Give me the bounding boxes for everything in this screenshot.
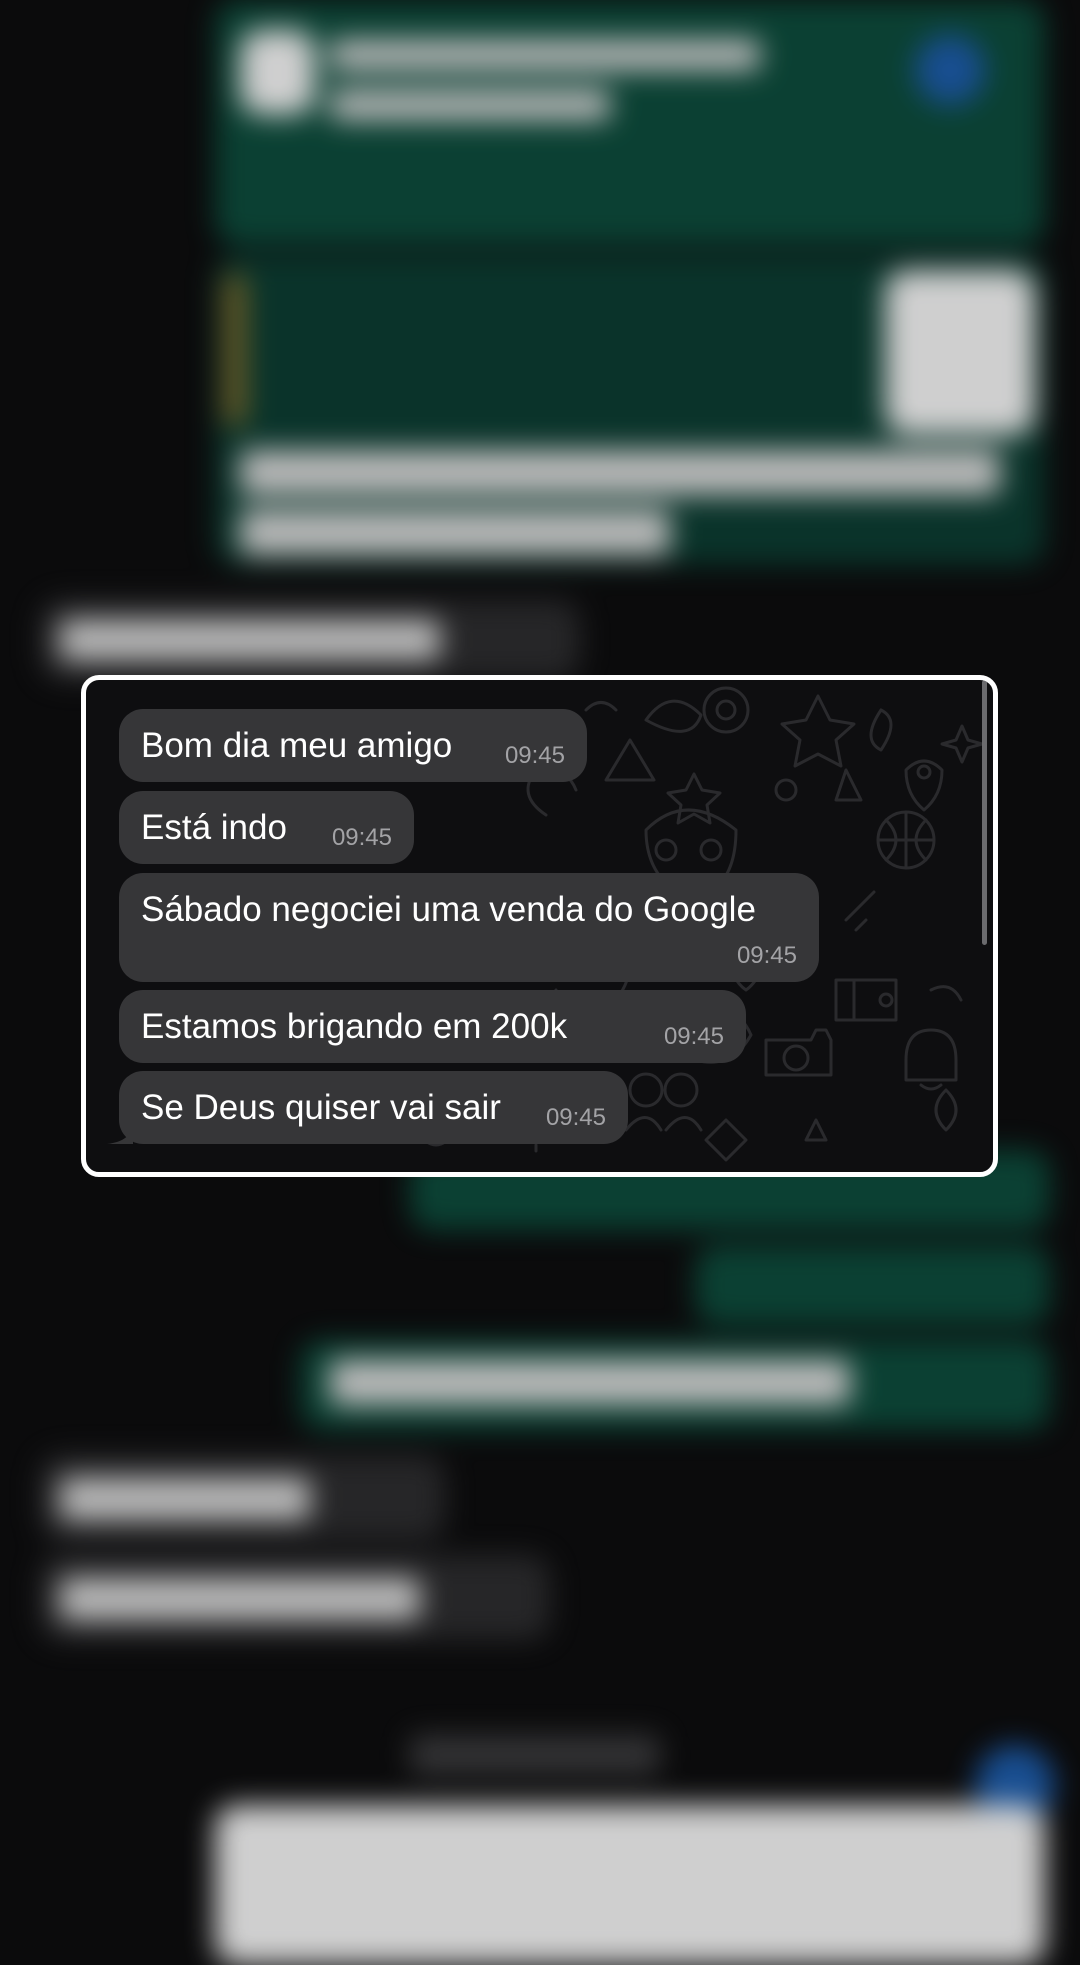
blurred-outgoing-document-bubble <box>215 0 1045 245</box>
blurred-reply-thumbnail <box>885 270 1035 435</box>
message-timestamp: 09:45 <box>331 824 392 851</box>
scrollbar[interactable] <box>982 680 987 945</box>
message-timestamp: 09:45 <box>736 942 797 969</box>
message-text: Se Deus quiser vai sair <box>141 1088 501 1127</box>
blurred-document-thumbnail <box>240 30 315 115</box>
blurred-reply-bar <box>225 275 245 425</box>
message-text: Sábado negociei uma venda do Google <box>141 890 756 929</box>
blurred-download-icon <box>915 35 985 105</box>
message-bubble[interactable]: Se Deus quiser vai sair 09:45 <box>107 1071 628 1144</box>
message-timestamp: 09:45 <box>663 1023 724 1050</box>
message-timestamp: 09:45 <box>545 1104 606 1131</box>
message-bubble[interactable]: Estamos brigando em 200k 09:45 <box>119 990 746 1063</box>
message-bubble[interactable]: Bom dia meu amigo 09:45 <box>119 709 587 782</box>
blurred-text-line <box>60 1478 310 1520</box>
message-timestamp: 09:45 <box>504 742 565 769</box>
next-outgoing-bubble-peek <box>451 1175 971 1177</box>
blurred-text-line <box>330 90 610 120</box>
blurred-text-line <box>240 510 670 555</box>
blurred-text-line <box>330 40 760 70</box>
blurred-text-line <box>60 1578 420 1620</box>
message-text: Estamos brigando em 200k <box>141 1007 568 1046</box>
blurred-text-line <box>60 620 440 660</box>
blurred-input-area <box>215 1805 1045 1965</box>
message-text: Está indo <box>141 808 287 847</box>
message-bubble[interactable]: Sábado negociei uma venda do Google 09:4… <box>119 873 819 982</box>
bubble-tail-icon <box>107 1122 133 1144</box>
highlighted-messages-card: Bom dia meu amigo 09:45 Está indo 09:45 … <box>81 675 998 1177</box>
blurred-outgoing-bubble <box>695 1245 1050 1325</box>
blurred-text-line <box>330 1360 850 1405</box>
message-bubble[interactable]: Está indo 09:45 <box>119 791 414 864</box>
message-text: Bom dia meu amigo <box>141 726 453 765</box>
blurred-text-line <box>240 450 1000 495</box>
blurred-date-chip <box>410 1735 660 1775</box>
